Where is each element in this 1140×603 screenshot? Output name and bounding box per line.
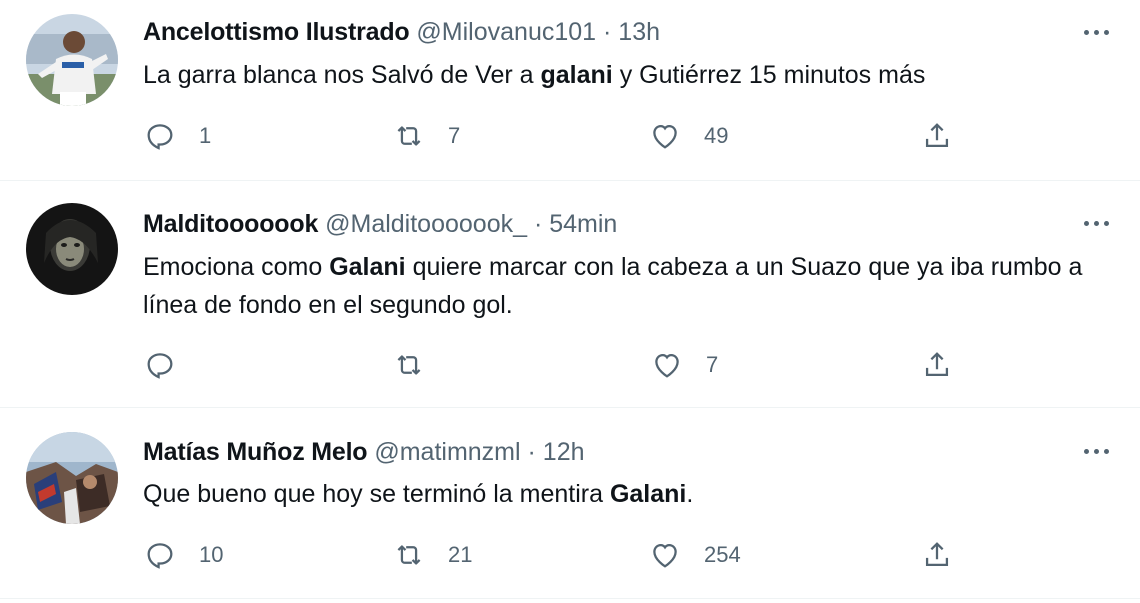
retweet-icon (397, 126, 421, 146)
tweet-header: Matías Muñoz Melo @matimnzml · 12h (143, 437, 585, 467)
tweet-text-part: y Gutiérrez 15 minutos más (612, 61, 926, 89)
avatar-image (26, 14, 118, 106)
like-count: 7 (706, 352, 719, 377)
like-count: 49 (704, 123, 729, 148)
user-handle[interactable]: @Malditooooook_ (325, 210, 527, 238)
more-options-icon[interactable] (1078, 441, 1114, 461)
tweet-header: Ancelottismo Ilustrado @Milovanuc101 · 1… (143, 17, 660, 47)
share-icon (925, 352, 949, 377)
user-handle[interactable]: @Milovanuc101 (416, 18, 596, 46)
user-handle[interactable]: @matimnzml (374, 438, 520, 466)
retweet-icon (397, 355, 421, 375)
avatar[interactable] (26, 203, 118, 295)
display-name[interactable]: Ancelottismo Ilustrado (143, 18, 410, 46)
timestamp[interactable]: 13h (618, 18, 660, 46)
separator: · (533, 210, 543, 238)
tweet[interactable]: Malditooooook @Malditooooook_ · 54min Em… (0, 181, 1140, 408)
avatar-image (26, 203, 118, 295)
tweet-text-part: Que bueno que hoy se terminó la mentira (143, 480, 610, 508)
retweet-icon (397, 545, 421, 565)
share-icon (925, 123, 949, 148)
timestamp[interactable]: 54min (549, 210, 617, 238)
separator: · (527, 438, 536, 466)
reply-button[interactable]: 10 (143, 537, 223, 573)
reply-button[interactable]: 1 (143, 118, 211, 154)
avatar-image (26, 432, 118, 524)
heart-icon (653, 124, 677, 149)
retweet-button[interactable]: 21 (392, 537, 472, 573)
avatar[interactable] (26, 432, 118, 524)
tweet-text: La garra blanca nos Salvó de Ver a galan… (143, 56, 1103, 94)
display-name[interactable]: Malditooooook (143, 210, 318, 238)
reply-button[interactable] (143, 347, 199, 383)
reply-count: 10 (199, 542, 224, 567)
tweet-header: Malditooooook @Malditooooook_ · 54min (143, 209, 617, 239)
retweet-count: 21 (448, 542, 473, 567)
display-name[interactable]: Matías Muñoz Melo (143, 438, 368, 466)
tweet[interactable]: Matías Muñoz Melo @matimnzml · 12h Que b… (0, 408, 1140, 599)
tweet-text: Emociona como Galani quiere marcar con l… (143, 248, 1103, 324)
timestamp[interactable]: 12h (543, 438, 585, 466)
retweet-count: 7 (448, 123, 461, 148)
tweet-text-highlight: Galani (329, 253, 406, 281)
more-options-icon[interactable] (1078, 22, 1114, 42)
reply-icon (147, 543, 173, 569)
tweet-text-highlight: galani (540, 61, 613, 89)
tweet-text-part: Emociona como (143, 253, 330, 281)
separator: · (603, 18, 612, 46)
tweet-text: Que bueno que hoy se terminó la mentira … (143, 475, 1103, 513)
reply-icon (147, 353, 173, 379)
reply-count: 1 (199, 123, 212, 148)
reply-icon (147, 124, 173, 150)
retweet-button[interactable]: 7 (392, 118, 460, 154)
avatar[interactable] (26, 14, 118, 106)
like-button[interactable]: 7 (650, 347, 718, 383)
like-button[interactable]: 254 (648, 537, 741, 573)
tweet-text-highlight: Galani (609, 480, 687, 508)
tweet-text-part: La garra blanca nos Salvó de Ver a (143, 61, 541, 89)
share-button[interactable] (920, 537, 954, 573)
like-count: 254 (704, 542, 741, 567)
share-button[interactable] (920, 347, 954, 383)
share-button[interactable] (920, 118, 954, 154)
heart-icon (653, 543, 677, 568)
heart-icon (655, 353, 679, 378)
retweet-button[interactable] (392, 347, 448, 383)
like-button[interactable]: 49 (648, 118, 728, 154)
more-options-icon[interactable] (1078, 213, 1114, 233)
tweet-text-part: . (686, 480, 694, 508)
share-icon (925, 542, 949, 567)
tweet[interactable]: Ancelottismo Ilustrado @Milovanuc101 · 1… (0, 0, 1140, 181)
